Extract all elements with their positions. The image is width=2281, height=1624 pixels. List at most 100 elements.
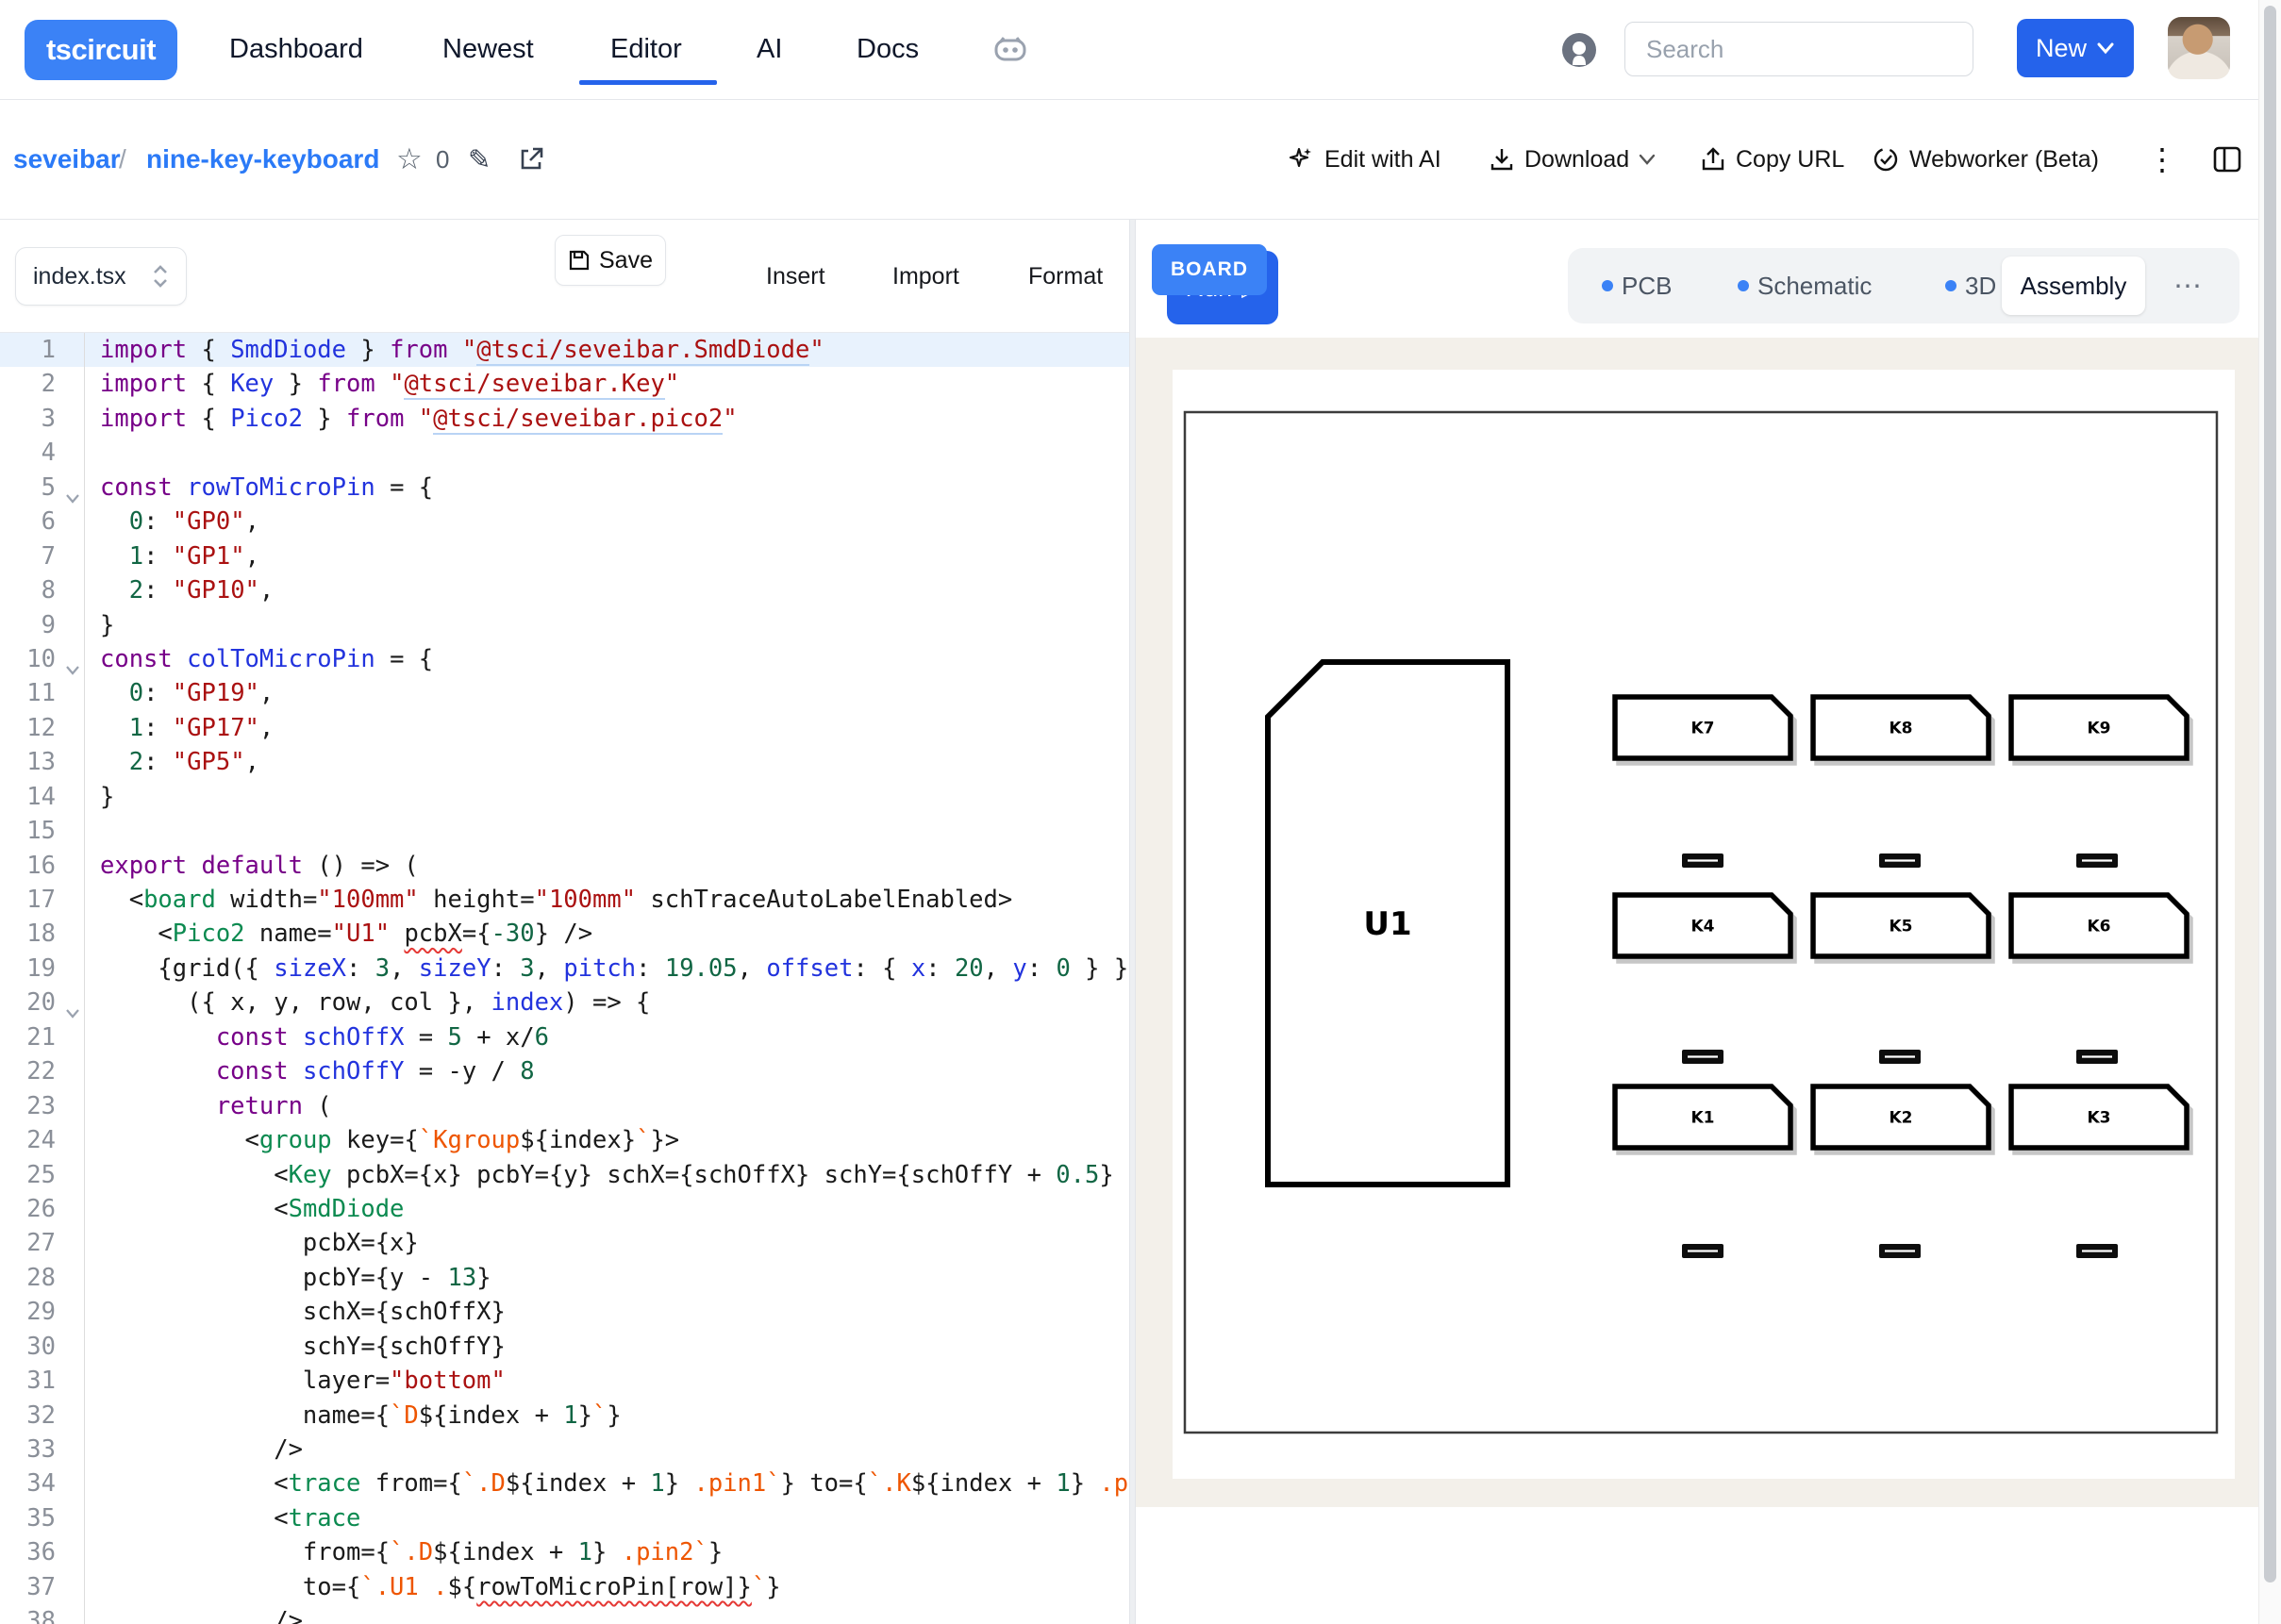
line-number: 3 (0, 402, 85, 436)
menu-format[interactable]: Format (1028, 220, 1103, 333)
code-text: /> (85, 1604, 303, 1624)
tab-schematic[interactable]: Schematic (1738, 272, 1872, 301)
svg-text:K5: K5 (1889, 918, 1912, 936)
edit-with-ai-button[interactable]: Edit with AI (1287, 100, 1441, 219)
nav-item-ai[interactable]: AI (757, 0, 782, 99)
code-line[interactable]: 33 /> (0, 1433, 1129, 1467)
svg-text:K4: K4 (1690, 918, 1714, 936)
code-line[interactable]: 11 0: "GP19", (0, 676, 1129, 710)
discord-icon[interactable] (991, 0, 1030, 99)
code-lines: 1import { SmdDiode } from "@tsci/seveiba… (0, 333, 1129, 1624)
code-line[interactable]: 15 (0, 814, 1129, 848)
tab-assembly[interactable]: Assembly (2002, 257, 2145, 315)
tab-schematic-label: Schematic (1757, 272, 1872, 301)
new-button[interactable]: New (2017, 19, 2134, 77)
code-line[interactable]: 1import { SmdDiode } from "@tsci/seveiba… (0, 333, 1129, 367)
tab-pcb[interactable]: PCB (1602, 272, 1672, 301)
code-line[interactable]: 7 1: "GP1", (0, 539, 1129, 573)
panel-toggle-icon[interactable] (2211, 100, 2243, 219)
breadcrumb-owner[interactable]: seveibar (13, 100, 121, 219)
code-line[interactable]: 8 2: "GP10", (0, 573, 1129, 607)
menu-insert[interactable]: Insert (766, 220, 825, 333)
download-button[interactable]: Download (1489, 100, 1656, 219)
code-line[interactable]: 21 const schOffX = 5 + x/6 (0, 1020, 1129, 1054)
code-line[interactable]: 23 return ( (0, 1089, 1129, 1123)
code-line[interactable]: 29 schX={schOffX} (0, 1295, 1129, 1329)
code-line[interactable]: 25 <Key pcbX={x} pcbY={y} schX={schOffX}… (0, 1158, 1129, 1192)
star-icon[interactable]: ☆ (396, 100, 423, 219)
code-line[interactable]: 27 pcbX={x} (0, 1226, 1129, 1260)
tscircuit-logo[interactable]: tscircuit (25, 20, 177, 80)
code-editor[interactable]: 1import { SmdDiode } from "@tsci/seveiba… (0, 333, 1129, 1624)
code-line[interactable]: 34 <trace from={`.D${index + 1} .pin1`} … (0, 1467, 1129, 1500)
line-number: 30 (0, 1330, 85, 1364)
code-line[interactable]: 3import { Pico2 } from "@tsci/seveibar.p… (0, 402, 1129, 436)
code-text (85, 814, 100, 848)
file-tab-selector[interactable]: index.tsx (15, 247, 187, 306)
share-icon[interactable] (517, 100, 545, 219)
tab-3d[interactable]: 3D (1945, 272, 1996, 301)
code-text: <SmdDiode (85, 1192, 404, 1226)
edit-pencil-icon[interactable]: ✎ (468, 100, 491, 219)
menu-import[interactable]: Import (892, 220, 959, 333)
code-line[interactable]: 32 name={`D${index + 1}`} (0, 1399, 1129, 1433)
search-input[interactable]: Search (1624, 22, 1973, 76)
code-text: name={`D${index + 1}`} (85, 1399, 622, 1433)
tabs-more-icon[interactable]: ⋯ (2173, 248, 2202, 323)
code-line[interactable]: 9} (0, 608, 1129, 642)
code-text: /> (85, 1433, 303, 1467)
code-line[interactable]: 16export default () => ( (0, 849, 1129, 883)
nav-item-newest[interactable]: Newest (442, 0, 534, 99)
breadcrumb-project[interactable]: nine-key-keyboard (146, 100, 379, 219)
code-line[interactable]: 6 0: "GP0", (0, 505, 1129, 539)
code-line[interactable]: 12 1: "GP17", (0, 711, 1129, 745)
code-text: pcbX={x} (85, 1226, 419, 1260)
code-line[interactable]: 14} (0, 780, 1129, 814)
code-line[interactable]: 20 ({ x, y, row, col }, index) => { (0, 986, 1129, 1019)
line-number: 16 (0, 849, 85, 883)
assembly-canvas[interactable]: U1K7K8K9K4K5K6K1K2K3 (1136, 338, 2258, 1507)
code-line[interactable]: 38 /> (0, 1604, 1129, 1624)
code-line[interactable]: 28 pcbY={y - 13} (0, 1261, 1129, 1295)
code-line[interactable]: 19 {grid({ sizeX: 3, sizeY: 3, pitch: 19… (0, 952, 1129, 986)
code-line[interactable]: 5const rowToMicroPin = { (0, 471, 1129, 505)
board-badge[interactable]: BOARD (1152, 244, 1267, 295)
line-number: 29 (0, 1295, 85, 1329)
line-number: 14 (0, 780, 85, 814)
code-line[interactable]: 31 layer="bottom" (0, 1364, 1129, 1398)
line-number: 21 (0, 1020, 85, 1054)
webworker-button[interactable]: Webworker (Beta) (1872, 100, 2099, 219)
assembly-board-area: U1K7K8K9K4K5K6K1K2K3 (1173, 370, 2235, 1479)
pane-splitter[interactable] (1129, 220, 1136, 1624)
scrollbar-thumb[interactable] (2264, 6, 2276, 1583)
code-line[interactable]: 22 const schOffY = -y / 8 (0, 1054, 1129, 1088)
line-number: 6 (0, 505, 85, 539)
line-number: 5 (0, 471, 85, 505)
copy-url-button[interactable]: Copy URL (1700, 100, 1844, 219)
code-line[interactable]: 2import { Key } from "@tsci/seveibar.Key… (0, 367, 1129, 401)
nav-item-docs[interactable]: Docs (857, 0, 919, 99)
page-scrollbar[interactable] (2258, 0, 2281, 1624)
code-line[interactable]: 26 <SmdDiode (0, 1192, 1129, 1226)
code-line[interactable]: 18 <Pico2 name="U1" pcbX={-30} /> (0, 917, 1129, 951)
nav-item-dashboard[interactable]: Dashboard (229, 0, 363, 99)
github-icon[interactable] (1558, 0, 1600, 99)
code-line[interactable]: 17 <board width="100mm" height="100mm" s… (0, 883, 1129, 917)
line-number: 1 (0, 333, 85, 367)
code-line[interactable]: 24 <group key={`Kgroup${index}`}> (0, 1123, 1129, 1157)
code-line[interactable]: 36 from={`.D${index + 1} .pin2`} (0, 1535, 1129, 1569)
code-line[interactable]: 10const colToMicroPin = { (0, 642, 1129, 676)
code-text (85, 436, 100, 470)
save-label: Save (599, 247, 653, 274)
code-line[interactable]: 30 schY={schOffY} (0, 1330, 1129, 1364)
code-line[interactable]: 35 <trace (0, 1501, 1129, 1535)
kebab-menu-icon[interactable]: ⋮ (2147, 100, 2177, 219)
code-text: const schOffX = 5 + x/6 (85, 1020, 549, 1054)
avatar[interactable] (2168, 17, 2230, 79)
view-tabs: PCB Schematic 3D Assembly ⋯ (1568, 248, 2239, 323)
code-line[interactable]: 13 2: "GP5", (0, 745, 1129, 779)
svg-text:K9: K9 (2087, 720, 2110, 738)
save-button[interactable]: Save (555, 235, 666, 286)
code-line[interactable]: 4 (0, 436, 1129, 470)
code-line[interactable]: 37 to={`.U1 .${rowToMicroPin[row]}`} (0, 1570, 1129, 1604)
